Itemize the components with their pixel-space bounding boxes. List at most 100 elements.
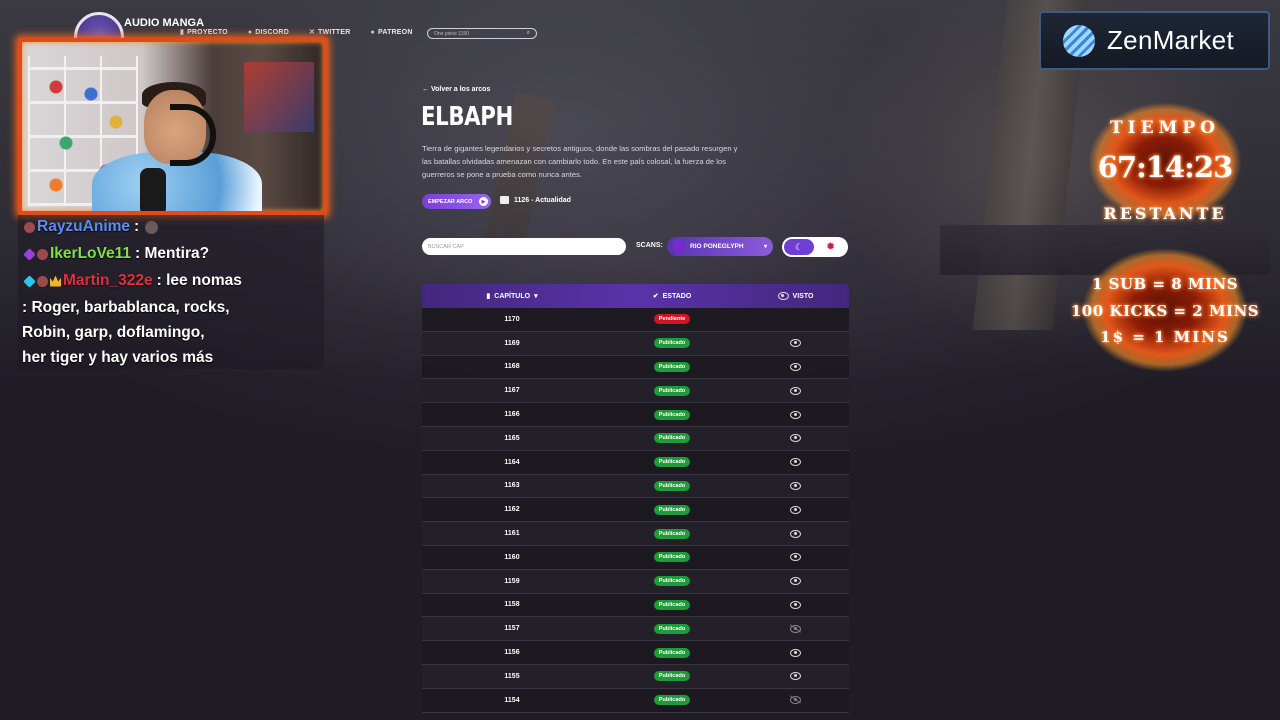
table-row[interactable]: 1159 Publicado bbox=[422, 569, 849, 594]
timer-value: 67:14:23 bbox=[1097, 150, 1233, 184]
eye-icon bbox=[777, 292, 789, 300]
patreon-icon: ● bbox=[370, 28, 375, 36]
column-seen: VISTO bbox=[742, 292, 849, 300]
chapter-number: 1158 bbox=[504, 601, 520, 609]
chat-message: her tiger y hay varios más bbox=[22, 349, 214, 366]
chat-message: RayzuAnime : bbox=[24, 218, 159, 236]
eye-icon[interactable] bbox=[790, 434, 801, 443]
subathon-timer: TIEMPO 67:14:23 RESTANTE 1 SUB = 8 MINS … bbox=[1064, 92, 1266, 382]
moon-icon[interactable]: ☾ bbox=[784, 239, 814, 255]
eye-icon[interactable] bbox=[790, 600, 801, 609]
chapter-number: 1167 bbox=[504, 387, 520, 395]
table-row[interactable]: 1158 Publicado bbox=[422, 593, 849, 618]
chapter-number: 1163 bbox=[504, 482, 520, 490]
chat-username: RayzuAnime bbox=[37, 218, 131, 235]
table-row[interactable]: 1165 Publicado bbox=[422, 426, 849, 451]
table-row[interactable]: 1163 Publicado bbox=[422, 474, 849, 499]
webcam-poster bbox=[244, 62, 314, 132]
chapter-number: 1170 bbox=[504, 315, 520, 323]
table-row[interactable]: 1156 Publicado bbox=[422, 641, 849, 665]
book-icon: ▮ bbox=[180, 29, 185, 36]
status-badge: Publicado bbox=[653, 338, 691, 349]
sponsor-banner: ZenMarket bbox=[1039, 11, 1270, 70]
eye-icon[interactable] bbox=[790, 577, 801, 586]
microphone-icon bbox=[140, 168, 166, 211]
eye-off-icon[interactable] bbox=[790, 696, 801, 705]
eye-icon[interactable] bbox=[790, 553, 801, 562]
seen-cell bbox=[742, 410, 849, 419]
column-chapter[interactable]: ▮ CAPÍTULO ▾ bbox=[422, 292, 602, 301]
emote-icon bbox=[145, 220, 159, 234]
nav-item-patreon[interactable]: ● PATREON bbox=[371, 29, 413, 36]
arc-chapter-range: 1126 - Actualidad bbox=[500, 196, 571, 204]
chapter-number: 1161 bbox=[504, 530, 520, 538]
scans-selected-value: RIO PONEGLYPH bbox=[690, 243, 744, 250]
chapter-number: 1164 bbox=[504, 458, 520, 466]
sort-down-icon[interactable]: ▾ bbox=[534, 292, 538, 300]
scans-select[interactable]: RIO PONEGLYPH ▾ bbox=[667, 237, 773, 256]
table-row[interactable]: 1161 Publicado bbox=[422, 522, 849, 546]
table-row[interactable]: 1157 Publicado bbox=[422, 617, 849, 642]
chapter-search-input[interactable]: BUSCAR CAP bbox=[422, 238, 626, 255]
table-body: 1170 Pendiente 1169 Publicado 1168 Publicado 1… bbox=[422, 308, 849, 713]
table-row[interactable]: 1164 Publicado bbox=[422, 450, 849, 475]
status-cell: Publicado bbox=[602, 409, 742, 420]
nav-item-twitter[interactable]: ✕ TWITTER bbox=[309, 28, 351, 37]
chapter-number: 1159 bbox=[504, 577, 520, 585]
chapter-number: 1156 bbox=[504, 649, 520, 657]
start-arc-button[interactable]: EMPEZAR ARCO ▶ bbox=[422, 194, 491, 209]
eye-icon[interactable] bbox=[790, 362, 801, 371]
eye-icon[interactable] bbox=[790, 481, 801, 490]
chat-text: : Mentira? bbox=[135, 245, 210, 262]
eye-off-icon[interactable] bbox=[790, 624, 801, 633]
global-search-input[interactable]: One piece 1150 ⌕ bbox=[427, 28, 537, 39]
theme-toggle[interactable]: ☾ ✹ bbox=[782, 237, 848, 257]
table-row[interactable]: 1168 Publicado bbox=[422, 355, 849, 380]
seen-cell bbox=[742, 481, 849, 490]
scans-label: SCANS: bbox=[636, 242, 663, 249]
eye-icon[interactable] bbox=[790, 672, 801, 681]
eye-icon[interactable] bbox=[790, 505, 801, 514]
status-badge: Publicado bbox=[653, 623, 691, 634]
status-cell: Pendiente bbox=[602, 314, 742, 325]
table-row[interactable]: 1166 Publicado bbox=[422, 403, 849, 427]
table-row[interactable]: 1154 Publicado bbox=[422, 688, 849, 713]
sun-icon[interactable]: ✹ bbox=[826, 240, 835, 253]
status-cell: Publicado bbox=[602, 671, 742, 682]
status-badge: Publicado bbox=[653, 409, 691, 420]
chat-text: : lee nomas bbox=[156, 272, 242, 289]
status-badge: Publicado bbox=[653, 671, 691, 682]
status-badge: Publicado bbox=[653, 361, 691, 372]
back-to-arcs-link[interactable]: ← Volver a los arcos bbox=[422, 86, 490, 93]
eye-icon[interactable] bbox=[790, 458, 801, 467]
eye-icon[interactable] bbox=[790, 339, 801, 348]
nav-item-proyecto[interactable]: ▮ PROYECTO bbox=[180, 28, 228, 37]
seen-cell bbox=[742, 505, 849, 514]
chapter-number: 1162 bbox=[504, 506, 520, 514]
table-row[interactable]: 1167 Publicado bbox=[422, 379, 849, 404]
status-badge: Publicado bbox=[653, 504, 691, 515]
zenmarket-logo-icon bbox=[1063, 24, 1095, 57]
table-row[interactable]: 1162 Publicado bbox=[422, 498, 849, 523]
table-row[interactable]: 1169 Publicado bbox=[422, 331, 849, 356]
site-logo-text[interactable]: AUDIO MANGA bbox=[124, 18, 204, 29]
eye-icon[interactable] bbox=[790, 648, 801, 657]
seen-cell bbox=[742, 339, 849, 348]
timer-label: TIEMPO bbox=[1110, 118, 1220, 138]
search-icon[interactable]: ⌕ bbox=[527, 30, 530, 37]
table-row[interactable]: 1155 Publicado bbox=[422, 664, 849, 689]
nav-item-discord[interactable]: ● DISCORD bbox=[248, 29, 289, 36]
eye-icon[interactable] bbox=[790, 386, 801, 395]
eye-icon[interactable] bbox=[790, 410, 801, 419]
status-cell: Publicado bbox=[602, 576, 742, 587]
table-row[interactable]: 1170 Pendiente bbox=[422, 308, 849, 332]
table-row[interactable]: 1160 Publicado bbox=[422, 545, 849, 570]
timer-sublabel: RESTANTE bbox=[1103, 204, 1227, 223]
seen-cell bbox=[742, 624, 849, 633]
nav-item-label: PROYECTO bbox=[187, 28, 228, 36]
sponsor-name: ZenMarket bbox=[1107, 25, 1234, 55]
chat-message: Martin_322e : lee nomas bbox=[23, 272, 242, 290]
status-badge: Publicado bbox=[653, 528, 691, 539]
status-badge: Publicado bbox=[653, 599, 691, 610]
eye-icon[interactable] bbox=[790, 529, 801, 538]
